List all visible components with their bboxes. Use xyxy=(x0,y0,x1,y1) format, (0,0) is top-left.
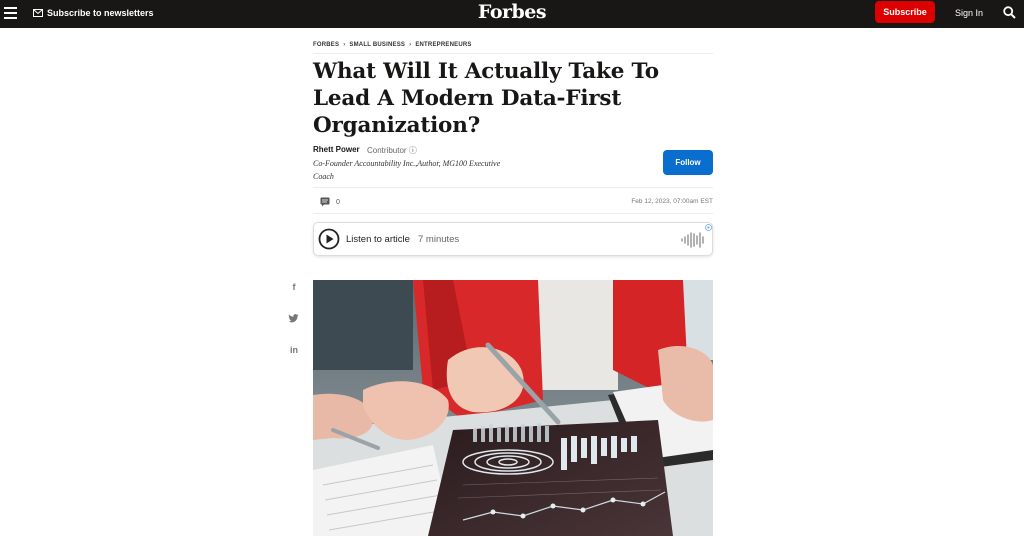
breadcrumb-separator: › xyxy=(343,42,346,48)
divider xyxy=(313,53,713,54)
divider xyxy=(313,187,713,188)
author-role-label: Contributor xyxy=(367,146,407,155)
author-description: Co-Founder Accountability Inc.,Author, M… xyxy=(313,159,501,181)
breadcrumb-separator: › xyxy=(409,42,412,48)
publish-date: Feb 12, 2023, 07:00am EST xyxy=(631,198,713,205)
linkedin-share-icon[interactable]: in xyxy=(287,345,301,355)
follow-button[interactable]: Follow xyxy=(663,150,713,175)
divider xyxy=(313,213,713,214)
menu-icon[interactable] xyxy=(4,7,17,20)
sign-in-link[interactable]: Sign In xyxy=(955,8,983,18)
listen-label: Listen to article xyxy=(346,234,410,245)
newsletter-label: Subscribe to newsletters xyxy=(47,8,154,18)
subscribe-button[interactable]: Subscribe xyxy=(875,1,935,23)
newsletter-link[interactable]: Subscribe to newsletters xyxy=(33,8,154,18)
info-icon[interactable]: ⓘ xyxy=(409,146,417,155)
listen-to-article-player[interactable]: Listen to article 7 minutes xyxy=(313,222,713,256)
article-hero-image xyxy=(313,280,713,536)
adchoices-icon[interactable] xyxy=(705,224,712,231)
top-nav-bar: Subscribe to newsletters Forbes Subscrib… xyxy=(0,0,1024,28)
author-name[interactable]: Rhett Power xyxy=(313,145,360,154)
search-icon[interactable] xyxy=(1003,6,1016,19)
twitter-share-icon[interactable] xyxy=(288,314,299,323)
comment-icon[interactable] xyxy=(320,197,330,207)
soundwave-icon xyxy=(681,232,704,248)
facebook-share-icon[interactable]: f xyxy=(287,282,301,292)
breadcrumb-entrepreneurs[interactable]: ENTREPRENEURS xyxy=(415,42,471,48)
author-role: Contributor ⓘ xyxy=(367,145,417,156)
breadcrumb-small-business[interactable]: SMALL BUSINESS xyxy=(349,42,405,48)
forbes-logo[interactable]: Forbes xyxy=(0,1,1024,23)
breadcrumb-forbes[interactable]: FORBES xyxy=(313,42,339,48)
mail-icon xyxy=(33,9,43,17)
listen-duration: 7 minutes xyxy=(418,234,460,245)
play-icon[interactable] xyxy=(318,228,340,250)
article-title: What Will It Actually Take To Lead A Mod… xyxy=(313,59,659,138)
comment-count: 0 xyxy=(336,199,340,206)
breadcrumb: FORBES › SMALL BUSINESS › ENTREPRENEURS xyxy=(313,42,472,48)
